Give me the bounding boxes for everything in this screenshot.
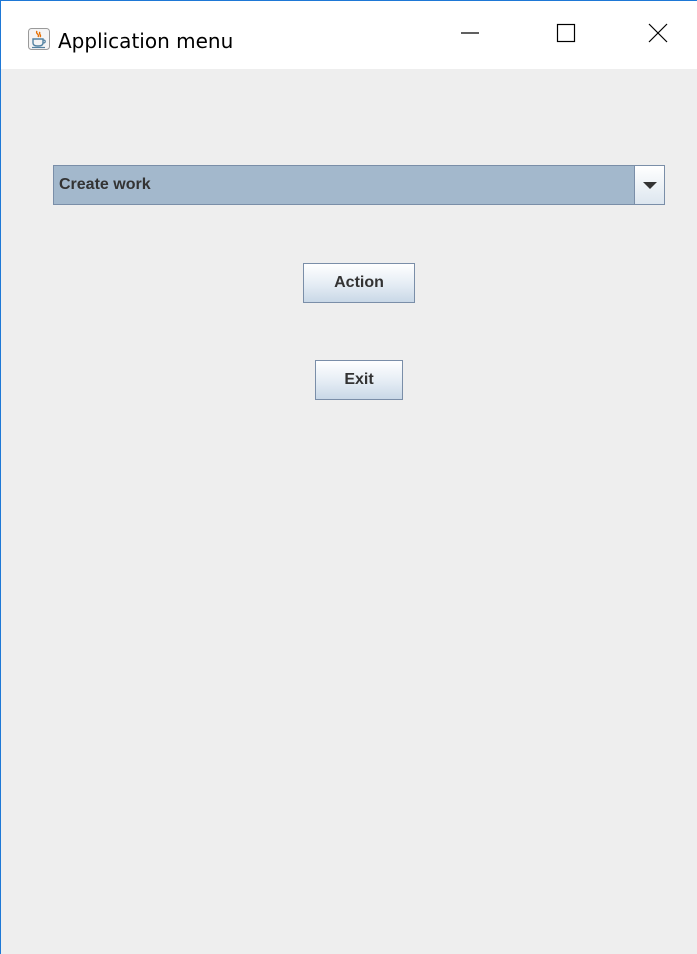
action-button[interactable]: Action bbox=[303, 263, 415, 303]
maximize-button[interactable] bbox=[543, 15, 589, 55]
exit-button[interactable]: Exit bbox=[315, 360, 403, 400]
java-cup-icon[interactable] bbox=[28, 28, 50, 50]
window-title: Application menu bbox=[58, 29, 234, 53]
minimize-button[interactable] bbox=[447, 15, 493, 55]
work-combo-box[interactable]: Create work bbox=[53, 165, 665, 205]
close-button[interactable] bbox=[635, 15, 681, 55]
title-bar[interactable]: Application menu bbox=[1, 1, 697, 69]
minimize-icon bbox=[460, 23, 480, 48]
chevron-down-icon bbox=[642, 181, 657, 189]
maximize-icon bbox=[556, 23, 576, 48]
application-window: Application menu Create work Action Exit bbox=[0, 0, 697, 954]
combo-selected-value: Create work bbox=[59, 176, 151, 193]
close-icon bbox=[648, 23, 668, 48]
combo-dropdown-button[interactable] bbox=[634, 166, 664, 204]
